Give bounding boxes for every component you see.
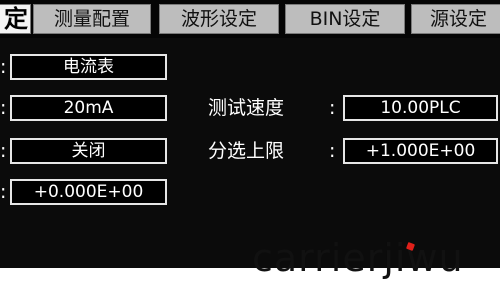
watermark-text: carrierjiwu: [252, 236, 464, 280]
test-speed-field[interactable]: 10.00PLC: [343, 95, 498, 121]
switch-state-field[interactable]: 关闭: [10, 138, 167, 164]
tab-bin-settings[interactable]: BIN设定: [285, 4, 405, 34]
range-field[interactable]: 20mA: [10, 95, 167, 121]
test-speed-colon: :: [329, 97, 336, 119]
offset-colon: :: [0, 181, 7, 203]
tab-current-settings[interactable]: 定: [0, 4, 31, 34]
offset-field[interactable]: +0.000E+00: [10, 179, 167, 205]
tab-waveform-settings[interactable]: 波形设定: [159, 4, 279, 34]
tab-measure-config[interactable]: 测量配置: [33, 4, 151, 34]
range-colon: :: [0, 97, 7, 119]
tab-bar: 定 测量配置 波形设定 BIN设定 源设定: [0, 0, 500, 38]
meter-type-field[interactable]: 电流表: [10, 54, 167, 80]
upper-limit-label: 分选上限: [208, 140, 285, 162]
test-speed-label: 测试速度: [208, 97, 285, 119]
tab-source-settings[interactable]: 源设定: [411, 4, 500, 34]
upper-limit-field[interactable]: +1.000E+00: [343, 138, 498, 164]
instrument-screen: 定 测量配置 波形设定 BIN设定 源设定 : 电流表 : 20mA 测试速度 …: [0, 0, 500, 268]
upper-limit-colon: :: [329, 140, 336, 162]
meter-colon: :: [0, 56, 7, 78]
switch-colon: :: [0, 140, 7, 162]
